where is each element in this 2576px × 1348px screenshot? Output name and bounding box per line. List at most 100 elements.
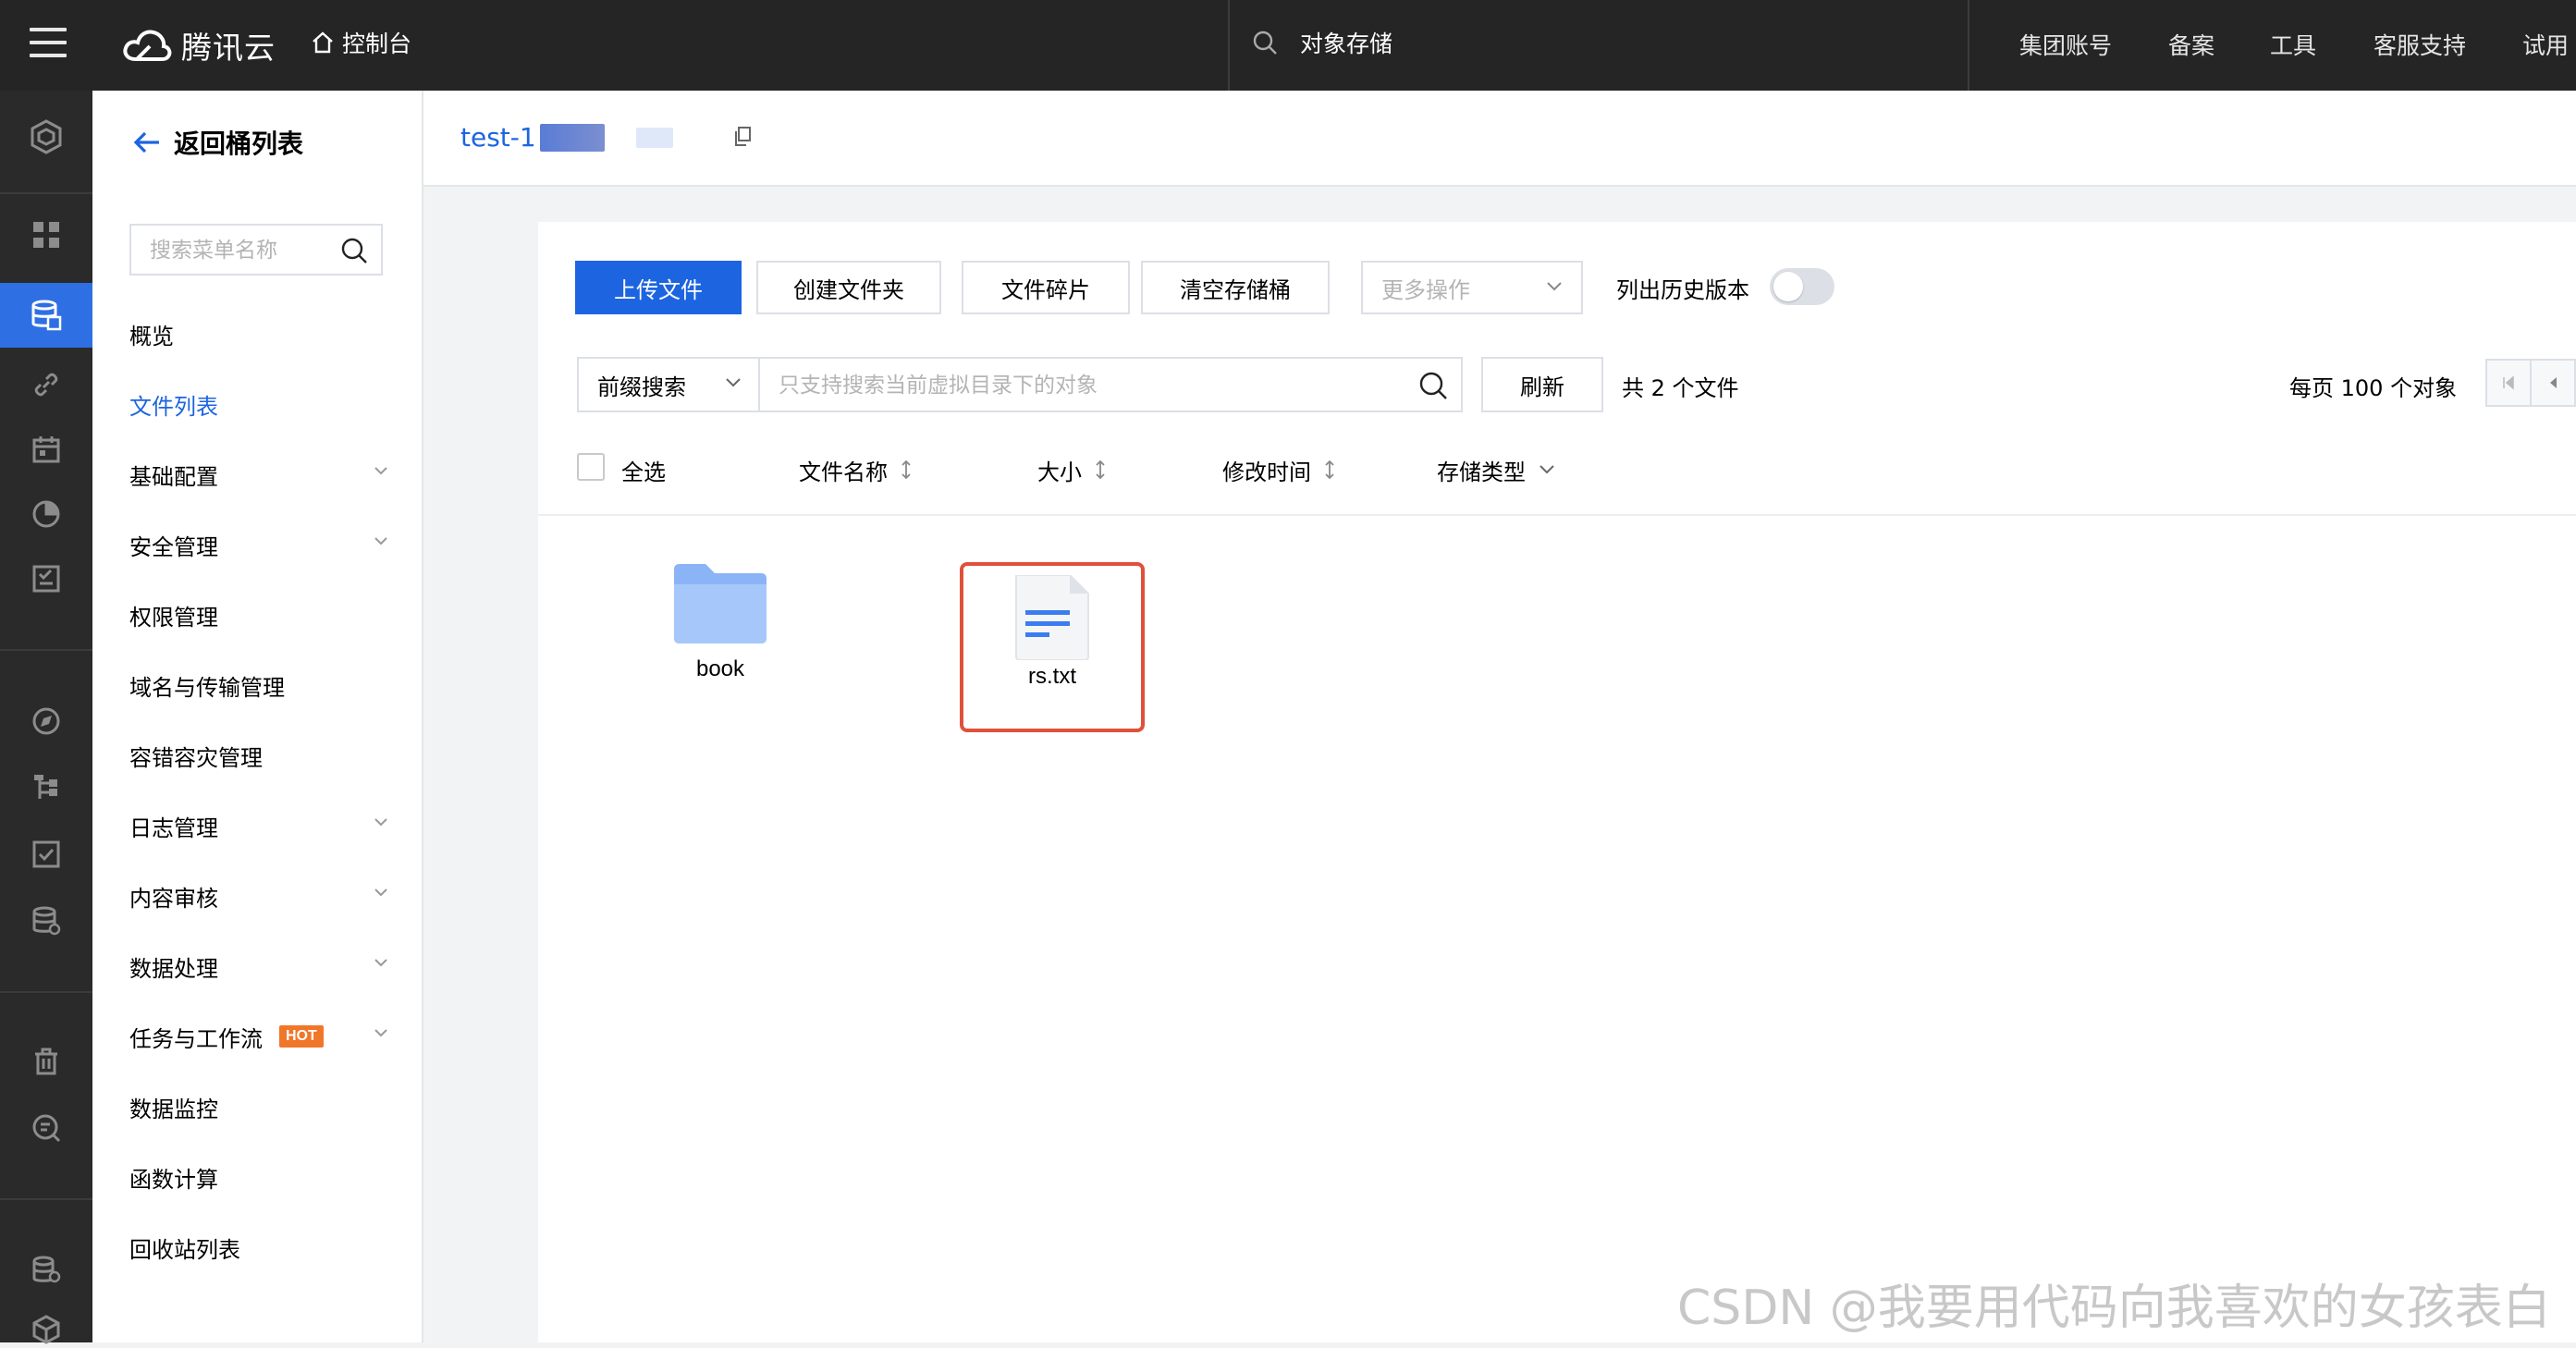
menu-item-label: 概览 [129, 323, 174, 349]
history-versions-toggle[interactable] [1770, 268, 1834, 305]
menu-item-label: 域名与传输管理 [129, 674, 285, 701]
file-fragments-button[interactable]: 文件碎片 [962, 261, 1130, 314]
menu-item-label: 回收站列表 [129, 1236, 240, 1263]
redacted-block [539, 123, 605, 152]
sort-icon [1096, 460, 1105, 480]
checklist-icon[interactable] [28, 560, 65, 597]
cloud-logo-icon [123, 30, 172, 61]
menu-item-logs[interactable]: 日志管理 [129, 803, 388, 849]
menu-item-security[interactable]: 安全管理 [129, 521, 388, 568]
menu-item-label: 内容审核 [129, 885, 218, 912]
nav-trial[interactable]: 试用 [2522, 28, 2569, 61]
menu-item-disaster-recovery[interactable]: 容错容灾管理 [129, 732, 388, 778]
bucket-name: test-1 [460, 122, 673, 153]
brand-logo[interactable]: 腾讯云 [122, 22, 276, 68]
home-icon [313, 31, 333, 54]
rail-divider [0, 192, 92, 194]
storage-icon[interactable] [28, 297, 65, 334]
tree-icon[interactable] [28, 769, 65, 806]
menu-item-label: 任务与工作流 [129, 1025, 263, 1052]
bucket-header: test-1 [423, 91, 2576, 187]
trash-icon[interactable] [28, 1043, 65, 1080]
menu-item-data-monitoring[interactable]: 数据监控 [129, 1084, 388, 1130]
calendar-icon[interactable] [28, 431, 65, 468]
file-tile-rs-txt[interactable]: rs.txt [960, 562, 1145, 732]
console-link[interactable]: 控制台 [311, 26, 411, 59]
link-icon[interactable] [28, 366, 65, 403]
chevron-down-icon [374, 888, 387, 897]
page-size-selector[interactable]: 每页 100 个对象 [2289, 370, 2457, 402]
side-menu: 返回桶列表 概览 文件列表 基础配置 安全管理 权限管理 域名与传输管理 容错容… [92, 91, 423, 1342]
sort-by-modified[interactable]: 修改时间 [1222, 451, 1335, 488]
upload-file-button[interactable]: 上传文件 [575, 261, 742, 314]
nav-support[interactable]: 客服支持 [2374, 28, 2466, 61]
menu-item-recycle-bin[interactable]: 回收站列表 [129, 1224, 388, 1270]
global-search[interactable]: 对象存储 [1252, 26, 1392, 59]
nav-filing[interactable]: 备案 [2168, 28, 2214, 61]
search-doc-icon[interactable] [28, 1109, 65, 1146]
menu-toggle-icon[interactable] [30, 28, 67, 65]
topbar-divider [1228, 0, 1230, 91]
create-folder-button[interactable]: 创建文件夹 [756, 261, 941, 314]
nav-tools[interactable]: 工具 [2270, 28, 2316, 61]
grid-icon[interactable] [28, 216, 65, 253]
top-bar: 腾讯云 控制台 对象存储 集团账号 备案 工具 客服支持 试用 [0, 0, 2576, 91]
pie-chart-icon[interactable] [28, 496, 65, 533]
database-icon[interactable] [28, 902, 65, 939]
menu-search-input[interactable] [148, 226, 337, 276]
cube-icon[interactable] [28, 118, 65, 155]
menu-item-domain-transfer[interactable]: 域名与传输管理 [129, 662, 388, 708]
storage-class-filter[interactable]: 存储类型 [1437, 451, 1555, 488]
select-all-label[interactable]: 全选 [621, 451, 666, 488]
storage-class-column-label: 存储类型 [1437, 459, 1526, 485]
toggle-knob [1773, 272, 1803, 301]
arrow-left-icon [133, 131, 159, 153]
select-all-checkbox[interactable] [577, 453, 605, 481]
menu-item-file-list[interactable]: 文件列表 [129, 381, 388, 427]
check-square-icon[interactable] [28, 836, 65, 873]
topbar-divider [1968, 0, 1969, 91]
refresh-button[interactable]: 刷新 [1481, 357, 1603, 412]
hot-badge: HOT [279, 1025, 324, 1048]
folder-tile-book[interactable]: book [630, 564, 811, 730]
compass-icon[interactable] [28, 703, 65, 740]
rail-divider [0, 1198, 92, 1200]
nav-group-account[interactable]: 集团账号 [2019, 28, 2112, 61]
search-icon[interactable] [1418, 371, 1448, 400]
back-to-bucket-list[interactable]: 返回桶列表 [133, 124, 303, 161]
console-label: 控制台 [342, 31, 412, 57]
rail-divider [0, 649, 92, 651]
name-column-label: 文件名称 [799, 459, 888, 485]
storage-settings-icon[interactable] [28, 1252, 65, 1289]
menu-item-label: 安全管理 [129, 533, 218, 560]
search-mode-select[interactable]: 前缀搜索 [579, 359, 760, 411]
clear-bucket-button[interactable]: 清空存储桶 [1141, 261, 1330, 314]
prev-page-icon[interactable] [2532, 361, 2574, 405]
search-mode-label: 前缀搜索 [597, 374, 686, 400]
global-search-text: 对象存储 [1300, 31, 1393, 57]
sort-by-size[interactable]: 大小 [1037, 451, 1106, 488]
sort-by-name[interactable]: 文件名称 [799, 451, 912, 488]
search-icon[interactable] [340, 237, 368, 264]
menu-item-basic-config[interactable]: 基础配置 [129, 451, 388, 497]
menu-item-overview[interactable]: 概览 [129, 311, 388, 357]
menu-item-content-review[interactable]: 内容审核 [129, 873, 388, 919]
file-name: rs.txt [1028, 664, 1076, 689]
size-column-label: 大小 [1037, 459, 1082, 485]
object-search-input[interactable] [777, 359, 1409, 412]
sort-icon [902, 460, 911, 480]
menu-item-data-processing[interactable]: 数据处理 [129, 943, 388, 989]
text-file-icon [1015, 575, 1089, 660]
menu-item-tasks-workflow[interactable]: 任务与工作流 HOT [129, 1013, 388, 1060]
sort-icon [1325, 460, 1334, 480]
modified-column-label: 修改时间 [1222, 459, 1311, 485]
menu-item-label: 数据处理 [129, 955, 218, 982]
copy-icon[interactable] [732, 126, 753, 148]
first-page-icon[interactable] [2487, 361, 2532, 405]
menu-item-function-compute[interactable]: 函数计算 [129, 1154, 388, 1200]
chevron-down-icon [1539, 465, 1554, 474]
menu-item-permissions[interactable]: 权限管理 [129, 592, 388, 638]
menu-item-label: 基础配置 [129, 463, 218, 490]
box-icon[interactable] [28, 1311, 65, 1348]
more-actions-dropdown[interactable]: 更多操作 [1361, 261, 1583, 314]
